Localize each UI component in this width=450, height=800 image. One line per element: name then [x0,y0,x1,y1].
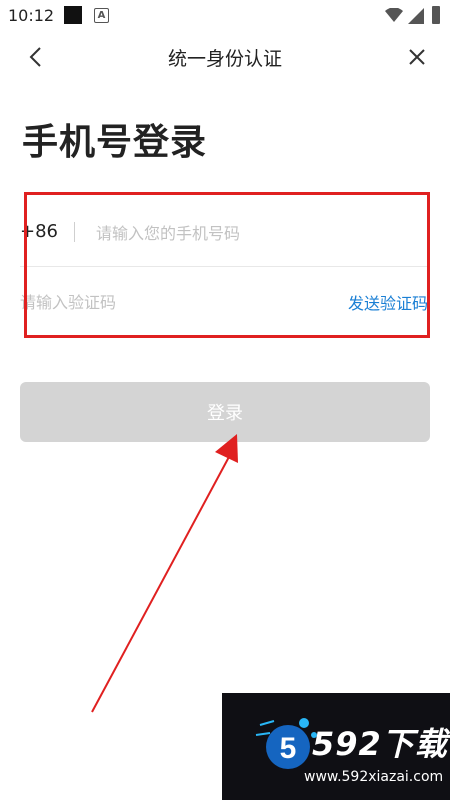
watermark-brand: 592下载 [312,725,448,763]
watermark-url: www.592xiazai.com [304,769,444,785]
watermark-logo-text: 5 [280,732,297,765]
annotation-arrow [91,434,238,713]
watermark: 5 592下载 www.592xiazai.com [222,693,450,800]
